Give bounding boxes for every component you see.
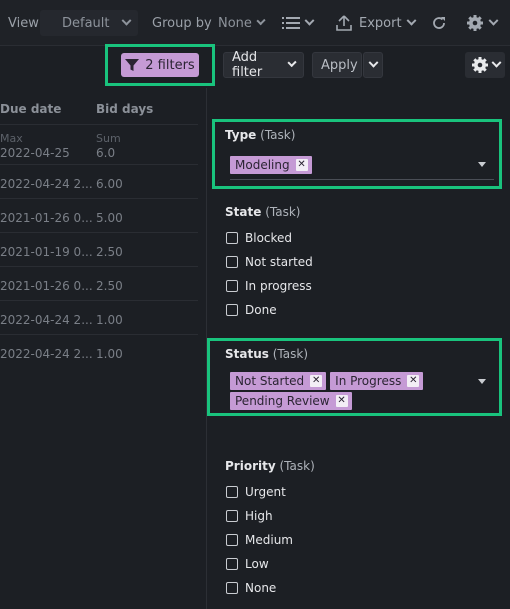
table-row[interactable]: 2021-01-19 0... 2.50 — [0, 232, 198, 266]
due-date-cell: 2022-04-24 2... — [0, 177, 93, 191]
export-button[interactable]: Export — [336, 10, 417, 36]
state-filter-title: State (Task) — [225, 205, 301, 219]
upload-icon — [336, 15, 352, 31]
priority-option-medium[interactable]: Medium — [226, 533, 293, 547]
due-date-cell: 2022-04-24 2... — [0, 313, 93, 327]
gear-icon — [471, 57, 488, 73]
view-dropdown[interactable]: Default — [40, 10, 138, 36]
list-options-button[interactable] — [282, 10, 315, 36]
checkbox[interactable] — [226, 558, 238, 570]
aggregate-row: Max 2022-04-25 Sum 6.0 — [0, 124, 198, 164]
due-date-cell: 2022-04-24 2... — [0, 347, 93, 361]
column-header-bid-days[interactable]: Bid days — [96, 102, 153, 116]
list-icon — [282, 17, 300, 29]
column-header-due-date[interactable]: Due date — [0, 102, 61, 116]
bid-days-cell: 5.00 — [96, 211, 123, 225]
filter-tag: Not Started ✕ — [230, 372, 327, 390]
settings-menu-button[interactable] — [466, 10, 499, 36]
filter-tag: In Progress ✕ — [330, 372, 424, 390]
remove-tag-icon[interactable]: ✕ — [335, 395, 348, 407]
due-date-cell: 2021-01-26 0... — [0, 211, 93, 225]
checkbox[interactable] — [226, 256, 238, 268]
checkbox[interactable] — [226, 582, 238, 594]
table-row[interactable]: 2021-01-26 0... 2.50 — [0, 266, 198, 300]
chevron-down-icon — [406, 15, 417, 26]
remove-tag-icon[interactable]: ✕ — [295, 159, 308, 171]
export-label: Export — [359, 15, 402, 31]
status-filter-field[interactable]: Not Started ✕ In Progress ✕ Pending Review… — [230, 370, 494, 410]
bid-days-cell: 1.00 — [96, 347, 123, 361]
bid-days-cell: 6.00 — [96, 177, 123, 191]
caret-down-icon[interactable] — [478, 162, 486, 167]
priority-option-none[interactable]: None — [226, 581, 276, 595]
due-date-cell: 2021-01-26 0... — [0, 279, 93, 293]
due-aggregate-label: Max — [0, 132, 23, 145]
state-option-blocked[interactable]: Blocked — [226, 231, 292, 245]
priority-option-urgent[interactable]: Urgent — [226, 485, 286, 499]
chevron-down-icon — [304, 15, 315, 26]
refresh-button[interactable] — [431, 10, 447, 36]
apply-label: Apply — [321, 57, 358, 73]
view-label: View — [8, 15, 39, 31]
due-date-cell: 2021-01-19 0... — [0, 245, 93, 259]
chevron-down-icon — [488, 15, 499, 26]
due-aggregate-value: 2022-04-25 — [0, 146, 70, 160]
bid-days-cell: 2.50 — [96, 245, 123, 259]
priority-filter-title: Priority (Task) — [225, 459, 315, 473]
filters-button[interactable]: 2 filters — [121, 53, 199, 77]
filter-icon — [125, 59, 140, 71]
checkbox[interactable] — [226, 534, 238, 546]
table-row[interactable]: 2021-01-26 0... 5.00 — [0, 198, 198, 232]
table-row[interactable]: 2022-04-24 2... 6.00 — [0, 164, 198, 198]
type-filter-field[interactable]: Modeling ✕ — [230, 154, 494, 180]
chevron-down-icon — [121, 15, 132, 26]
checkbox[interactable] — [226, 486, 238, 498]
apply-button[interactable]: Apply — [312, 52, 362, 78]
table-row[interactable]: 2022-04-24 2... 1.00 — [0, 300, 198, 334]
add-filter-label: Add filter — [232, 50, 263, 80]
chevron-down-icon — [491, 57, 501, 68]
status-filter-title: Status (Task) — [225, 347, 308, 361]
groupby-dropdown-value: None — [218, 15, 252, 31]
remove-tag-icon[interactable]: ✕ — [407, 375, 420, 387]
filter-tag: Modeling ✕ — [230, 156, 312, 174]
filters-button-label: 2 filters — [145, 57, 195, 73]
bid-days-cell: 2.50 — [96, 279, 123, 293]
groupby-dropdown[interactable]: None — [214, 10, 268, 36]
apply-options-button[interactable] — [363, 52, 383, 78]
table-row[interactable]: 2022-04-24 2... 1.00 — [0, 334, 198, 368]
panel-settings-button[interactable] — [465, 52, 505, 78]
state-option-in-progress[interactable]: In progress — [226, 279, 312, 293]
chevron-down-icon — [368, 57, 379, 68]
checkbox[interactable] — [226, 304, 238, 316]
top-toolbar: View Default Group by None Export — [0, 0, 510, 46]
filter-tag: Pending Review ✕ — [230, 392, 352, 410]
caret-down-icon[interactable] — [478, 379, 486, 384]
state-option-not-started[interactable]: Not started — [226, 255, 313, 269]
bid-aggregate-value: 6.0 — [96, 146, 116, 160]
bid-aggregate-label: Sum — [96, 132, 121, 145]
add-filter-button[interactable]: Add filter — [223, 50, 304, 80]
gear-icon — [467, 15, 483, 31]
checkbox[interactable] — [226, 280, 238, 292]
type-filter-title: Type (Task) — [225, 128, 296, 142]
view-dropdown-value: Default — [62, 15, 110, 31]
remove-tag-icon[interactable]: ✕ — [310, 375, 323, 387]
priority-option-high[interactable]: High — [226, 509, 273, 523]
priority-option-low[interactable]: Low — [226, 557, 269, 571]
bid-days-cell: 1.00 — [96, 313, 123, 327]
groupby-label: Group by — [152, 15, 212, 31]
checkbox[interactable] — [226, 510, 238, 522]
state-option-done[interactable]: Done — [226, 303, 277, 317]
refresh-icon — [433, 17, 445, 29]
chevron-down-icon — [256, 15, 266, 25]
chevron-down-icon — [287, 57, 297, 67]
checkbox[interactable] — [226, 232, 238, 244]
